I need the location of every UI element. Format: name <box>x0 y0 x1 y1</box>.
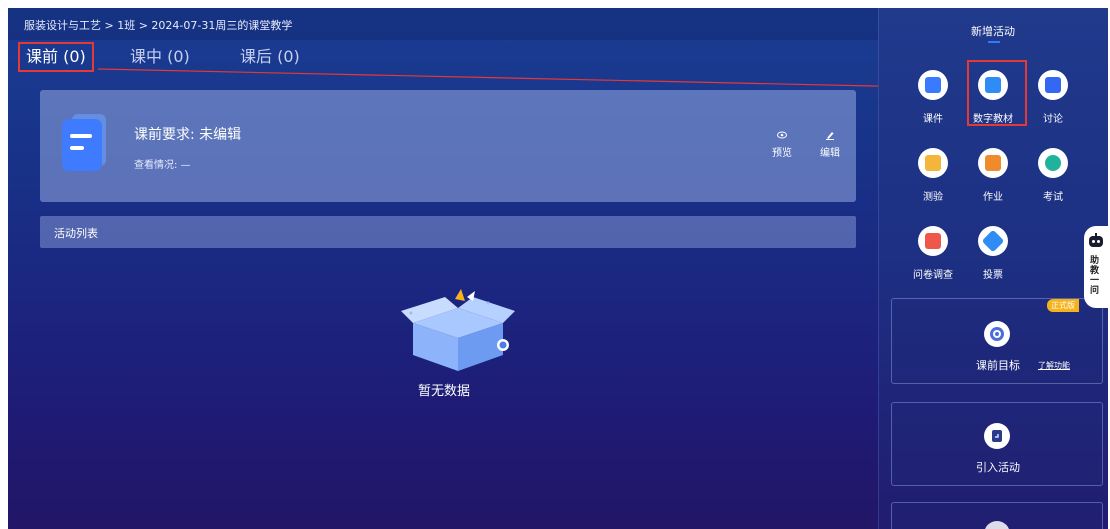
import-icon <box>984 423 1010 449</box>
empty-state-text: 暂无数据 <box>418 384 471 399</box>
tool-courseware[interactable]: 课件 <box>903 70 963 132</box>
target-icon <box>984 321 1010 347</box>
tool-vote[interactable]: 投票 <box>963 226 1023 288</box>
add-activity-sidebar: 新增活动 课件 数字教材 讨论 测验 作业 考试 问卷调查 投票 课前目标 了解… <box>878 8 1108 529</box>
tool-quiz[interactable]: 测验 <box>903 148 963 210</box>
survey-icon <box>925 233 941 249</box>
robot-icon <box>1089 233 1103 247</box>
tab-post-class[interactable]: 课后 (0) <box>240 42 300 72</box>
preview-label: 预览 <box>772 148 792 159</box>
pre-class-card: 课前要求: 未编辑 查看情况: — 预览 编辑 <box>40 90 856 202</box>
activity-list-header: 活动列表 <box>40 216 856 248</box>
tab-in-class[interactable]: 课中 (0) <box>130 42 190 72</box>
activity-list-label: 活动列表 <box>54 227 98 240</box>
homework-icon <box>985 155 1001 171</box>
tool-label: 问卷调查 <box>913 270 953 281</box>
highlight-box <box>967 60 1027 126</box>
app-window: 服装设计与工艺 > 1班 > 2024-07-31周三的课堂教学 课前 (0) … <box>8 8 1108 529</box>
card-icon <box>984 521 1010 529</box>
quiz-icon <box>925 155 941 171</box>
tool-label: 测验 <box>923 192 943 203</box>
vote-icon <box>981 229 1005 253</box>
assistant-label: 助教一问 <box>1090 256 1100 296</box>
edit-button[interactable]: 编辑 <box>816 130 844 159</box>
import-activity-card[interactable]: 引入活动 <box>891 402 1103 486</box>
document-icon <box>62 114 106 171</box>
tab-pre-class[interactable]: 课前 (0) <box>18 42 94 72</box>
tool-survey[interactable]: 问卷调查 <box>903 226 963 288</box>
empty-box-icon <box>401 289 515 371</box>
pencil-icon <box>816 130 844 144</box>
discussion-icon <box>1045 77 1061 93</box>
tool-exam[interactable]: 考试 <box>1023 148 1083 210</box>
goal-label: 课前目标 <box>976 359 1020 372</box>
exam-icon <box>1045 155 1061 171</box>
formal-version-badge: 正式版 <box>1047 299 1079 312</box>
sidebar-card-partial[interactable] <box>891 502 1103 529</box>
eye-icon <box>768 130 796 144</box>
import-label: 引入活动 <box>976 461 1020 474</box>
edit-label: 编辑 <box>820 148 840 159</box>
tool-label: 考试 <box>1043 192 1063 203</box>
tool-label: 作业 <box>983 192 1003 203</box>
learn-more-link[interactable]: 了解功能 <box>1038 360 1070 371</box>
courseware-icon <box>925 77 941 93</box>
sidebar-title: 新增活动 <box>971 25 1015 38</box>
assistant-widget[interactable]: 助教一问 <box>1084 226 1108 308</box>
tool-label: 讨论 <box>1043 114 1063 125</box>
tool-homework[interactable]: 作业 <box>963 148 1023 210</box>
view-status: 查看情况: — <box>134 160 191 171</box>
main-panel: 服装设计与工艺 > 1班 > 2024-07-31周三的课堂教学 课前 (0) … <box>8 8 966 529</box>
requirement-title: 课前要求: 未编辑 <box>134 127 242 143</box>
preview-button[interactable]: 预览 <box>768 130 796 159</box>
tool-discussion[interactable]: 讨论 <box>1023 70 1083 132</box>
tool-label: 投票 <box>983 270 1003 281</box>
sidebar-title-underline <box>988 41 1000 43</box>
breadcrumb: 服装设计与工艺 > 1班 > 2024-07-31周三的课堂教学 <box>24 19 293 32</box>
tool-label: 课件 <box>923 114 943 125</box>
